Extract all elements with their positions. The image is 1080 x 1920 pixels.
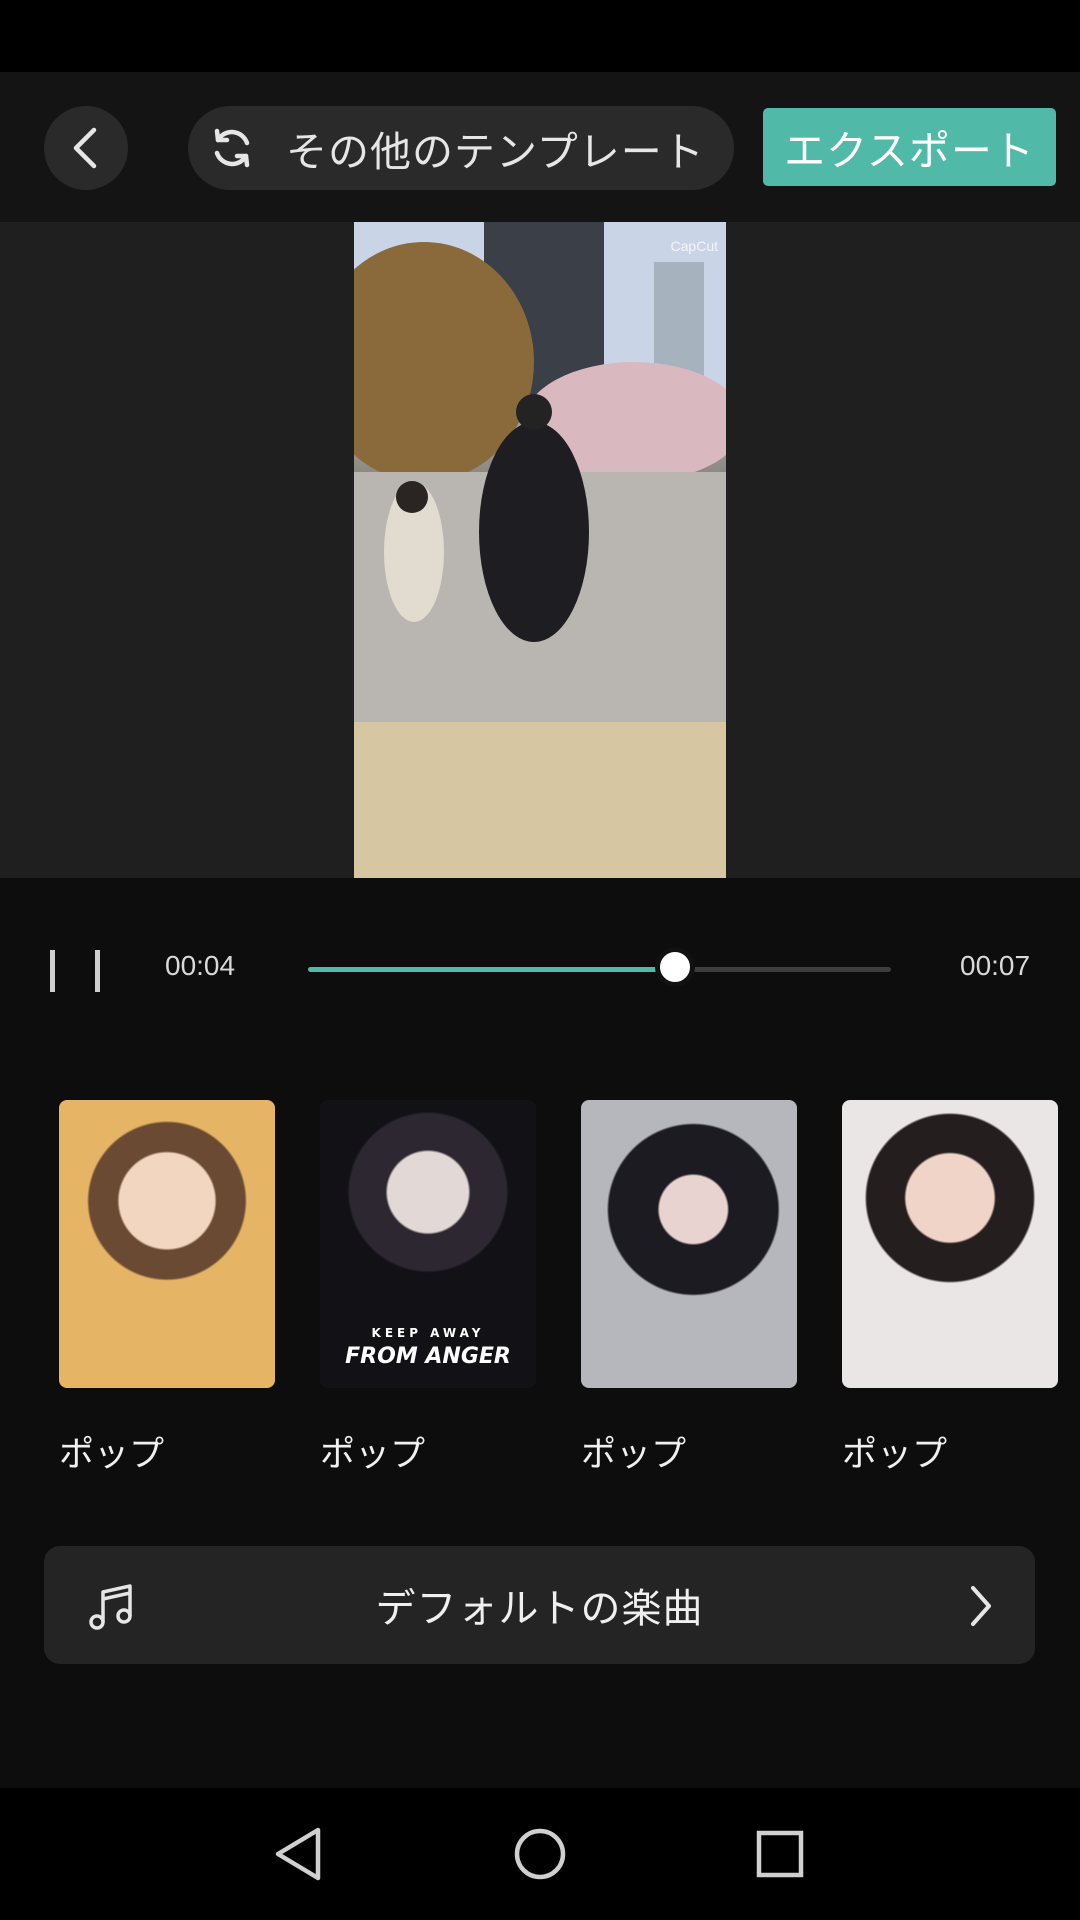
chevron-left-icon (73, 127, 97, 169)
default-music-button[interactable]: デフォルトの楽曲 (44, 1546, 1035, 1664)
style-thumbnail[interactable] (59, 1100, 275, 1388)
music-note-icon (89, 1584, 132, 1630)
pause-icon (50, 950, 55, 992)
style-thumbnail[interactable]: KEEP AWAY FROM ANGER (320, 1100, 536, 1388)
style-label: ポップ (320, 1435, 426, 1475)
style-label: ポップ (581, 1435, 687, 1475)
nav-recents-icon[interactable] (755, 1826, 805, 1882)
style-item[interactable]: ポップ (581, 1100, 797, 1477)
video-preview-area[interactable]: CapCut (0, 222, 1080, 878)
nav-home-icon[interactable] (513, 1826, 567, 1882)
style-item[interactable]: ポップ (59, 1100, 275, 1477)
system-navigation-bar (0, 1788, 1080, 1920)
playback-controls: 00:04 00:07 (0, 878, 1080, 1058)
more-templates-button[interactable]: その他のテンプレート (188, 106, 734, 190)
progress-thumb[interactable] (655, 947, 695, 987)
progress-fill (308, 967, 675, 972)
style-item[interactable]: ポップ (842, 1100, 1058, 1477)
style-thumbnail[interactable] (581, 1100, 797, 1388)
style-item[interactable]: KEEP AWAY FROM ANGER ポップ (320, 1100, 536, 1477)
style-thumbnail[interactable] (842, 1100, 1058, 1388)
style-list: ポップ KEEP AWAY FROM ANGER ポップ ポップ ポップ (0, 1100, 1080, 1480)
style-label: ポップ (59, 1435, 165, 1475)
back-button[interactable] (44, 106, 128, 190)
total-time: 00:07 (960, 950, 1031, 981)
nav-back-icon[interactable] (274, 1826, 324, 1882)
status-bar (0, 0, 1080, 72)
chevron-right-icon (971, 1586, 991, 1626)
refresh-icon (214, 128, 250, 168)
default-music-label: デフォルトの楽曲 (375, 1586, 704, 1632)
thumbnail-caption-large: FROM ANGER (345, 1344, 511, 1369)
thumbnail-caption-small: KEEP AWAY (371, 1326, 485, 1340)
video-preview[interactable]: CapCut (354, 222, 726, 878)
preview-scene-image (354, 222, 726, 878)
current-time: 00:04 (165, 950, 236, 981)
capcut-watermark: CapCut (670, 238, 718, 254)
more-templates-label: その他のテンプレート (286, 128, 705, 176)
style-label: ポップ (842, 1435, 948, 1475)
pause-button[interactable] (50, 946, 100, 998)
export-button[interactable]: エクスポート (763, 108, 1056, 186)
top-bar: その他のテンプレート エクスポート (0, 72, 1080, 222)
